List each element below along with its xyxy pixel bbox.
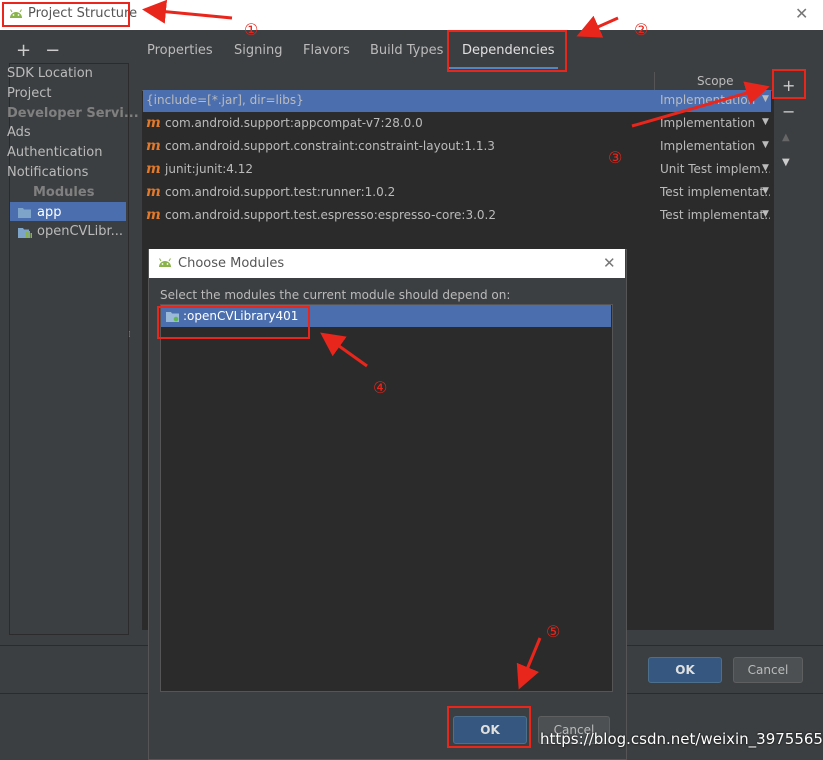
annotation-mark-2: ② <box>634 20 649 39</box>
annotation-mark-5: ⑤ <box>546 622 561 641</box>
arrow-add <box>631 81 770 128</box>
annotation-mark-1: ① <box>244 20 259 39</box>
arrow-dependencies <box>576 15 619 38</box>
watermark: https://blog.csdn.net/weixin_39755659 <box>540 730 823 748</box>
arrow-ok <box>516 637 542 690</box>
annotation-mark-3: ③ <box>608 148 623 167</box>
annotation-mark-4: ④ <box>373 378 388 397</box>
annotation-arrows <box>142 0 770 690</box>
arrow-module <box>320 332 368 368</box>
arrow-title <box>142 0 233 24</box>
